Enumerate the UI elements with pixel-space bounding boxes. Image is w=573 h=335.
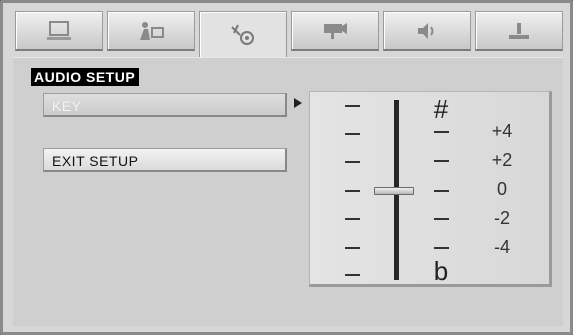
tab-general[interactable] (15, 11, 103, 51)
tick-mark (345, 274, 360, 276)
tick-mark (345, 190, 360, 192)
level-minus-2: -2 (493, 208, 510, 228)
level-minus-4: -4 (493, 237, 510, 257)
audio-setup-icon (228, 23, 258, 47)
tick-mark (434, 218, 449, 220)
speaker-icon (413, 20, 441, 42)
key-slider-thumb[interactable] (374, 187, 414, 195)
tick-mark (434, 160, 449, 162)
language-icon (136, 20, 166, 42)
tab-video[interactable] (291, 11, 379, 51)
tick-mark (434, 190, 449, 192)
flat-symbol: b (433, 256, 449, 286)
key-adjust-panel: # b +4 +2 0 -2 -4 (309, 91, 552, 287)
setup-tab-bar (15, 11, 563, 60)
section-title: AUDIO SETUP (31, 68, 140, 86)
video-icon (320, 20, 350, 42)
sharp-symbol: # (433, 94, 449, 124)
level-plus-4: +4 (491, 121, 513, 141)
tick-mark (434, 131, 449, 133)
tick-mark (345, 105, 360, 107)
tick-mark (434, 247, 449, 249)
tab-language[interactable] (107, 11, 195, 51)
tab-preference[interactable] (475, 11, 563, 51)
key-menu-item[interactable]: KEY (43, 93, 287, 117)
level-plus-2: +2 (491, 150, 513, 170)
tick-mark (345, 133, 360, 135)
tick-mark (345, 218, 360, 220)
dvd-setup-screen: AUDIO SETUP KEY EXIT SETUP # b +4 +2 0 -… (0, 0, 573, 335)
monitor-icon (45, 20, 73, 42)
tick-mark (345, 247, 360, 249)
tab-audio[interactable] (199, 11, 287, 60)
level-zero: 0 (496, 179, 507, 199)
preference-icon (505, 20, 533, 42)
exit-setup-button[interactable]: EXIT SETUP (43, 148, 287, 172)
tab-speaker[interactable] (383, 11, 471, 51)
selection-arrow-icon (294, 98, 302, 108)
tick-mark (345, 161, 360, 163)
